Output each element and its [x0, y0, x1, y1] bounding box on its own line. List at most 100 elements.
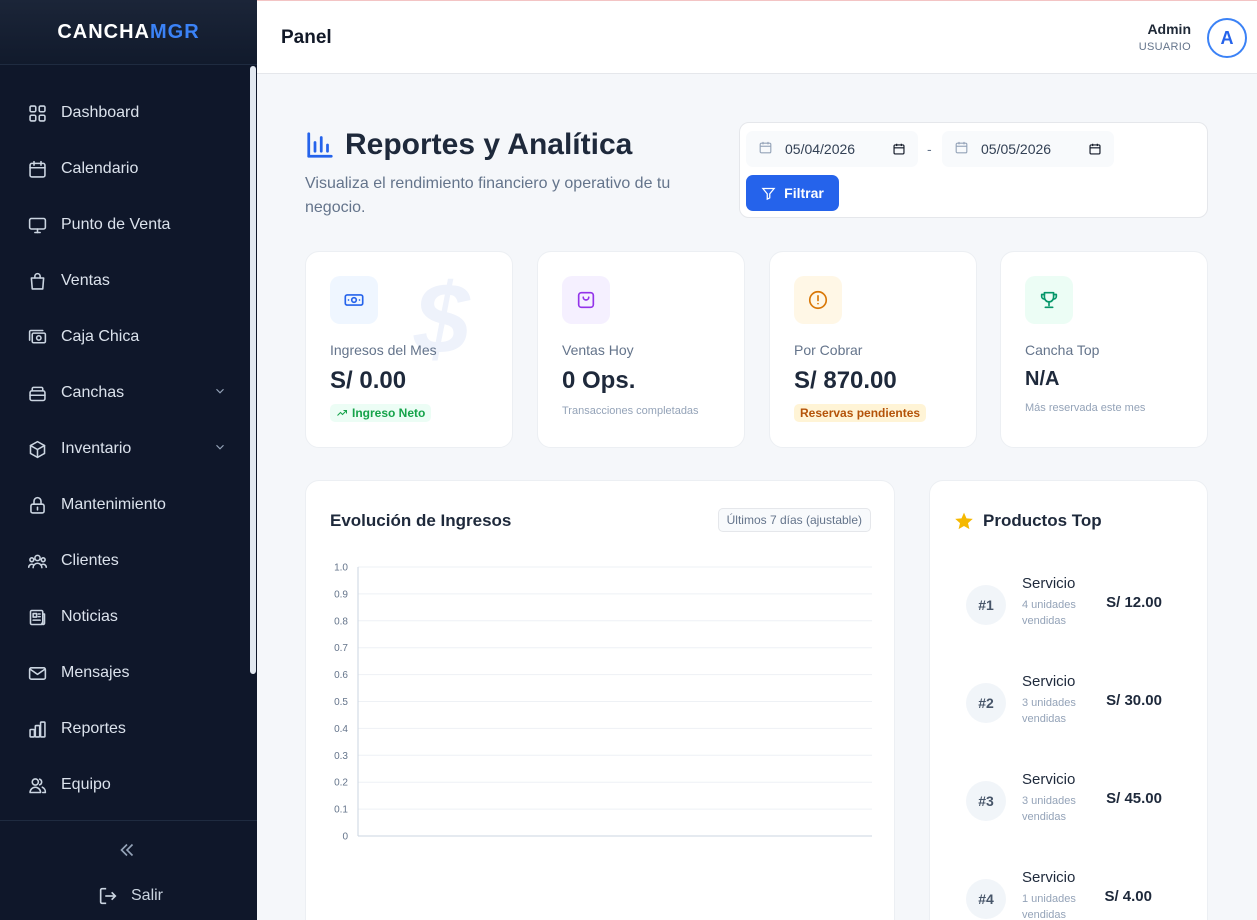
- sidebar-item-canchas[interactable]: Canchas: [0, 365, 257, 421]
- stat-value: N/A: [1025, 368, 1060, 390]
- stat-card-ventas-hoy: Ventas Hoy 0 Ops. Transacciones completa…: [537, 251, 745, 448]
- sidebar-item-calendario[interactable]: Calendario: [0, 141, 257, 197]
- bar-chart-icon: [26, 718, 48, 740]
- y-tick-label: 0.2: [334, 778, 348, 789]
- sidebar-item-punto-de-venta[interactable]: Punto de Venta: [0, 197, 257, 253]
- date-picker-icon[interactable]: [1088, 142, 1102, 156]
- calendar-icon: [26, 158, 48, 180]
- sidebar-item-label: Clientes: [61, 552, 119, 569]
- sidebar-item-label: Inventario: [61, 440, 132, 457]
- shopping-bag-icon: [562, 276, 610, 324]
- rank-badge: #2: [966, 683, 1006, 723]
- sidebar-item-equipo[interactable]: Equipo: [0, 757, 257, 813]
- page-title-text: Reportes y Analítica: [345, 128, 633, 161]
- y-tick-label: 1.0: [334, 563, 348, 574]
- stat-card-cancha-top: Cancha Top N/A Más reservada este mes: [1000, 251, 1208, 448]
- rank-badge: #1: [966, 585, 1006, 625]
- logout-button[interactable]: Salir: [97, 885, 163, 907]
- date-from-value: 05/04/2026: [785, 141, 856, 157]
- badge-text: Reservas pendientes: [800, 406, 921, 420]
- date-from-input[interactable]: 05/04/2026: [746, 131, 918, 167]
- sidebar-item-mantenimiento[interactable]: Mantenimiento: [0, 477, 257, 533]
- sidebar-item-label: Noticias: [61, 608, 118, 625]
- badge-text: Ingreso Neto: [352, 406, 426, 420]
- brand-logo[interactable]: CANCHAMGR: [0, 0, 257, 65]
- status-badge: Reservas pendientes: [794, 404, 927, 422]
- avatar[interactable]: A: [1207, 18, 1247, 58]
- stat-value: S/ 0.00: [330, 367, 407, 394]
- date-to-value: 05/05/2026: [981, 141, 1052, 157]
- product-units: 3 unidades vendidas: [1022, 697, 1076, 725]
- product-price: S/ 12.00: [1106, 594, 1162, 611]
- collapse-sidebar-button[interactable]: [116, 839, 140, 863]
- top-header: Panel Admin USUARIO A: [257, 0, 1257, 74]
- sidebar-item-clientes[interactable]: Clientes: [0, 533, 257, 589]
- sidebar-scrollbar[interactable]: [250, 66, 256, 674]
- product-units: 4 unidades vendidas: [1022, 599, 1076, 627]
- product-price: S/ 45.00: [1106, 790, 1162, 807]
- chevrons-left-icon: [120, 843, 134, 857]
- product-name: Servicio: [1022, 575, 1076, 592]
- filter-icon: [761, 187, 776, 200]
- sidebar-footer: Salir: [0, 820, 257, 920]
- header-title: Panel: [281, 27, 332, 48]
- logout-icon: [99, 887, 117, 905]
- date-separator: -: [927, 141, 932, 157]
- shopping-bag-icon: [26, 270, 48, 292]
- sidebar-item-mensajes[interactable]: Mensajes: [0, 645, 257, 701]
- box-icon: [26, 438, 48, 460]
- list-item[interactable]: #3 Servicio 3 unidades vendidas S/ 45.00: [966, 771, 1176, 831]
- newspaper-icon: [26, 606, 48, 628]
- sidebar-item-ventas[interactable]: Ventas: [0, 253, 257, 309]
- sidebar-item-noticias[interactable]: Noticias: [0, 589, 257, 645]
- y-tick-label: 0.6: [334, 670, 348, 681]
- y-tick-label: 0.1: [334, 805, 348, 816]
- date-picker-icon[interactable]: [892, 142, 906, 156]
- logout-label: Salir: [131, 887, 164, 904]
- sidebar-item-label: Equipo: [61, 776, 111, 793]
- stat-card-por-cobrar: Por Cobrar S/ 870.00 Reservas pendientes: [769, 251, 977, 448]
- products-title-text: Productos Top: [983, 511, 1102, 530]
- sidebar-item-label: Dashboard: [61, 104, 140, 121]
- chevron-down-icon[interactable]: [213, 384, 227, 403]
- sidebar-item-label: Calendario: [61, 160, 139, 177]
- stat-value: 0 Ops.: [562, 367, 636, 394]
- page-title: Reportes y Analítica: [305, 128, 705, 162]
- filter-button[interactable]: Filtrar: [746, 175, 839, 211]
- sidebar-item-reportes[interactable]: Reportes: [0, 701, 257, 757]
- date-to-input[interactable]: 05/05/2026: [942, 131, 1114, 167]
- list-item[interactable]: #1 Servicio 4 unidades vendidas S/ 12.00: [966, 575, 1176, 635]
- user-info[interactable]: Admin USUARIO: [1139, 21, 1191, 53]
- list-item[interactable]: #2 Servicio 3 unidades vendidas S/ 30.00: [966, 673, 1176, 733]
- monitor-icon: [26, 214, 48, 236]
- sidebar-item-label: Ventas: [61, 272, 110, 289]
- users-icon: [26, 550, 48, 572]
- products-title: Productos Top: [954, 511, 1102, 531]
- stat-label: Cancha Top: [1025, 342, 1100, 358]
- sidebar-item-caja-chica[interactable]: Caja Chica: [0, 309, 257, 365]
- mail-icon: [26, 662, 48, 684]
- lock-icon: [26, 494, 48, 516]
- stat-value: S/ 870.00: [794, 367, 897, 394]
- alert-circle-icon: [794, 276, 842, 324]
- product-name: Servicio: [1022, 771, 1076, 788]
- chevron-down-icon[interactable]: [213, 440, 227, 459]
- sidebar-item-dashboard[interactable]: Dashboard: [0, 85, 257, 141]
- bar-chart-icon: [307, 132, 333, 158]
- date-filter-panel: 05/04/2026 - 05/05/2026 Filtrar: [739, 122, 1208, 218]
- product-name: Servicio: [1022, 673, 1076, 690]
- sidebar-item-label: Caja Chica: [61, 328, 140, 345]
- dollar-watermark-icon: $: [414, 263, 470, 375]
- grid-icon: [26, 102, 48, 124]
- y-tick-label: 0: [342, 832, 348, 843]
- sidebar-item-label: Canchas: [61, 384, 125, 401]
- y-tick-label: 0.8: [334, 616, 348, 627]
- sidebar-item-label: Punto de Venta: [61, 216, 171, 233]
- page-subtitle: Visualiza el rendimiento financiero y op…: [305, 175, 671, 216]
- y-tick-label: 0.4: [334, 724, 348, 735]
- rank-badge: #3: [966, 781, 1006, 821]
- user-role: USUARIO: [1138, 41, 1191, 53]
- sidebar-item-inventario[interactable]: Inventario: [0, 421, 257, 477]
- list-item[interactable]: #4 Servicio 1 unidades vendidas S/ 4.00: [966, 869, 1176, 920]
- brand-name-part2: MGR: [150, 20, 200, 43]
